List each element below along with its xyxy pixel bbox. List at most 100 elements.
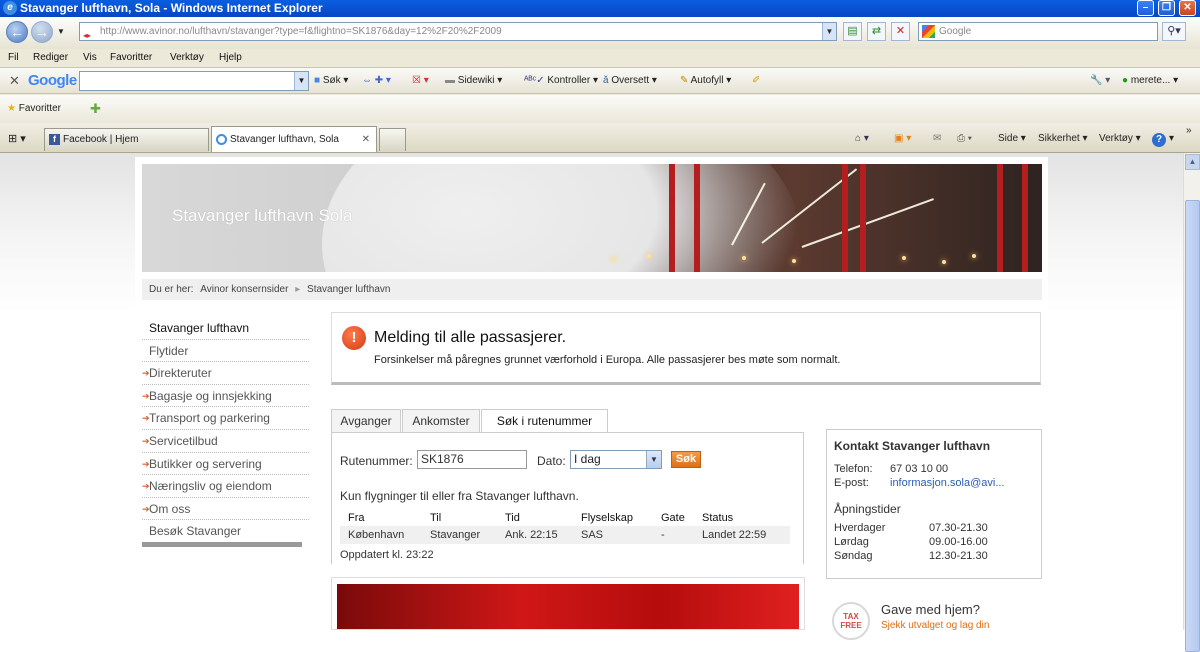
nav-item-besok-stavanger[interactable]: Besøk Stavanger [142, 520, 309, 543]
email-label: E-post: [834, 477, 869, 489]
nav-arrow-icon: ➔ [142, 503, 150, 514]
tools-menu[interactable]: Verktøy ▾ [1099, 133, 1141, 144]
menu-vis[interactable]: Vis [83, 52, 97, 63]
favorites-label: Favoritter [18, 103, 61, 114]
nav-item-label: Flytider [149, 343, 189, 358]
nav-item-butikker[interactable]: ➔ Butikker og servering [142, 453, 309, 476]
google-search-button[interactable]: ■ Søk ▾ [314, 75, 348, 86]
page-menu-label: Side [998, 133, 1019, 144]
breadcrumb-current[interactable]: Stavanger lufthavn [307, 284, 390, 295]
cell-til: Stavanger [422, 526, 497, 544]
close-window-button[interactable]: ✕ [1179, 0, 1196, 16]
tab-ankomster[interactable]: Ankomster [402, 409, 480, 433]
nav-item-label: Besøk Stavanger [149, 524, 242, 539]
autofill-label: Autofyll [690, 75, 724, 86]
scroll-up-icon[interactable]: ▲ [1185, 154, 1200, 170]
banner-swoosh [322, 164, 802, 272]
menu-rediger[interactable]: Rediger [33, 52, 68, 63]
christmas-promo-banner[interactable] [331, 577, 805, 630]
tab-facebook[interactable]: f Facebook | Hjem [44, 128, 209, 151]
window-titlebar: e Stavanger lufthavn, Sola - Windows Int… [0, 0, 1200, 17]
rss-feed-icon[interactable]: ▣ ▾ [894, 133, 911, 144]
nav-item-direkteruter[interactable]: ➔ Direkteruter [142, 362, 309, 385]
spellcheck-icon: ᴬᴮᶜ✓ [524, 75, 545, 86]
close-tab-icon[interactable]: ✕ [362, 127, 370, 152]
hours-day: Søndag [834, 550, 873, 562]
translate-icon: ǎ [603, 75, 609, 86]
quick-tabs-icon[interactable]: ⊞ ▾ [8, 132, 26, 145]
minimize-button[interactable]: – [1137, 0, 1154, 16]
user-account-button[interactable]: ● merete... ▾ [1122, 75, 1178, 86]
mail-icon[interactable]: ✉ [933, 133, 941, 144]
tab-stavanger[interactable]: Stavanger lufthavn, Sola ✕ [211, 126, 377, 152]
cell-flyselskap: SAS [573, 526, 653, 544]
home-icon[interactable]: ⌂ ▾ [855, 133, 869, 144]
help-dropdown-icon[interactable]: ▾ [1169, 133, 1174, 144]
help-icon[interactable]: ? [1152, 133, 1166, 147]
route-number-input[interactable]: SK1876 [417, 450, 527, 469]
google-search-input[interactable]: ▼ [79, 71, 309, 91]
breadcrumb-link[interactable]: Avinor konsernsider [200, 284, 288, 295]
tab-avganger[interactable]: Avganger [331, 409, 401, 433]
gift-subtitle[interactable]: Sjekk utvalget og lag din [881, 620, 989, 631]
maximize-button[interactable]: ❐ [1158, 0, 1175, 16]
banner-tower [1022, 164, 1028, 272]
settings-wrench-icon[interactable]: 🔧 ▾ [1090, 75, 1110, 86]
safety-menu[interactable]: Sikkerhet ▾ [1038, 133, 1088, 144]
chevron-more-icon[interactable]: » [1186, 125, 1192, 136]
gift-promo[interactable]: TAX FREE Gave med hjem? Sjekk utvalget o… [832, 599, 1046, 640]
add-favorite-icon[interactable]: ✚ [90, 101, 101, 117]
browser-chrome: ← → ▼ ◂▸ http://www.avinor.no/lufthavn/s… [0, 17, 1200, 153]
autofill-button[interactable]: ✎ Autofyll ▾ [680, 75, 731, 86]
nav-bottom-bar [142, 542, 302, 547]
email-link[interactable]: informasjon.sola@avi... [890, 477, 1005, 489]
tab-sok-i-rutenummer[interactable]: Søk i rutenummer [481, 409, 608, 434]
nav-item-servicetilbud[interactable]: ➔ Servicetilbud [142, 430, 309, 453]
menu-fil[interactable]: Fil [8, 52, 19, 63]
nav-item-bagasje[interactable]: ➔ Bagasje og innsjekking [142, 385, 309, 408]
history-dropdown-icon[interactable]: ▼ [57, 27, 65, 36]
nav-item-naeringsliv[interactable]: ➔ Næringsliv og eiendom [142, 475, 309, 498]
address-dropdown-icon[interactable]: ▼ [822, 23, 836, 40]
search-input[interactable]: Google [918, 22, 1158, 41]
menu-favoritter[interactable]: Favoritter [110, 52, 152, 63]
share-icon[interactable]: ⇔ ✚ ▾ [362, 75, 391, 86]
nav-item-om-oss[interactable]: ➔ Om oss [142, 498, 309, 521]
banner-light [612, 257, 616, 261]
scroll-thumb[interactable] [1185, 200, 1200, 652]
spellcheck-button[interactable]: ᴬᴮᶜ✓ Kontroller ▾ [524, 75, 598, 86]
stop-icon[interactable]: ✕ [891, 22, 910, 41]
address-bar[interactable]: ◂▸ http://www.avinor.no/lufthavn/stavang… [79, 22, 837, 41]
compatibility-icon[interactable]: ▤ [843, 22, 862, 41]
back-button[interactable]: ← [6, 21, 28, 43]
search-go-icon[interactable]: ⚲▾ [1162, 22, 1186, 41]
favorites-button[interactable]: ★ Favoritter [7, 103, 61, 114]
nav-item-label: Servicetilbud [149, 433, 218, 448]
vertical-scrollbar[interactable]: ▲ [1183, 153, 1200, 652]
print-icon[interactable]: ⎙ ▾ [957, 133, 972, 144]
translate-button[interactable]: ǎ Oversett ▾ [603, 75, 657, 86]
search-button[interactable]: Søk [671, 451, 701, 468]
forward-button[interactable]: → [31, 21, 53, 43]
hours-heading: Åpningstider [834, 502, 901, 516]
menu-hjelp[interactable]: Hjelp [219, 52, 242, 63]
ie-logo-icon: e [3, 1, 17, 15]
highlight-icon[interactable]: ✐ [752, 75, 760, 86]
menu-verktoy[interactable]: Verktøy [170, 52, 204, 63]
new-tab-button[interactable] [379, 128, 406, 151]
refresh-icon[interactable]: ⇄ [867, 22, 886, 41]
spellcheck-label: Kontroller [547, 75, 591, 86]
bookmark-icon[interactable]: ☒ ▾ [412, 75, 429, 86]
nav-item-flytider[interactable]: Flytider [142, 340, 309, 363]
breadcrumb: Du er her: Avinor konsernsider ▸ Stavang… [142, 279, 1042, 300]
nav-item-stavanger-lufthavn[interactable]: Stavanger lufthavn [142, 317, 309, 340]
toolbar-close-icon[interactable]: ✕ [9, 73, 20, 89]
nav-item-transport[interactable]: ➔ Transport og parkering [142, 407, 309, 430]
google-search-dropdown-icon[interactable]: ▼ [294, 72, 308, 90]
date-select[interactable]: I dag ▼ [570, 450, 662, 469]
phone-label: Telefon: [834, 463, 873, 475]
autofill-icon: ✎ [680, 75, 689, 86]
date-dropdown-icon[interactable]: ▼ [646, 451, 661, 468]
sidewiki-button[interactable]: ▬ Sidewiki ▾ [445, 75, 502, 86]
page-menu[interactable]: Side ▾ [998, 133, 1026, 144]
